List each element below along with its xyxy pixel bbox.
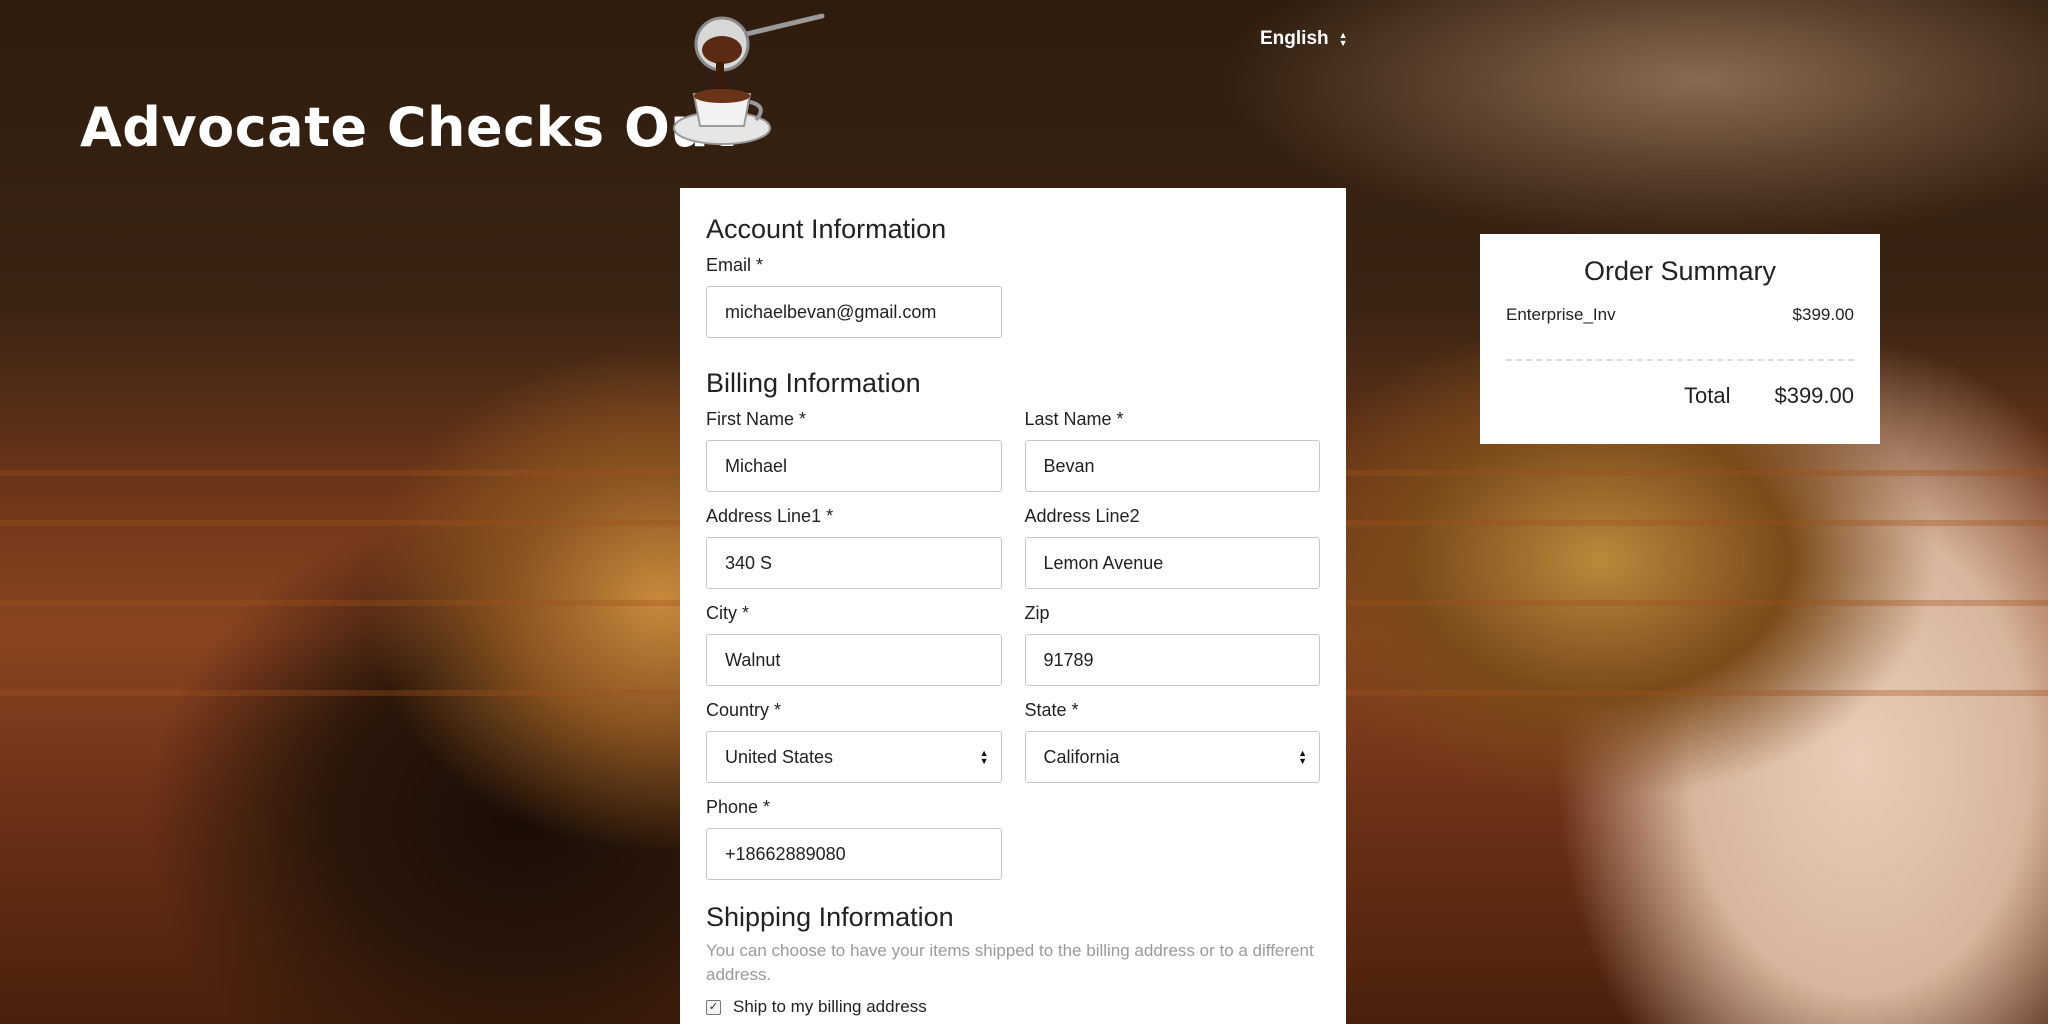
total-value: $399.00 <box>1774 383 1854 408</box>
state-label: State * <box>1024 700 1079 720</box>
address-line2-field[interactable]: Lemon Avenue <box>1024 537 1320 589</box>
phone-label: Phone * <box>706 797 771 817</box>
shipping-help-text: You can choose to have your items shippe… <box>706 941 1314 984</box>
order-summary: Order Summary Enterprise_Inv $399.00 Tot… <box>1480 234 1880 444</box>
address-line1-label: Address Line1 * <box>706 506 834 526</box>
ship-to-billing-label: Ship to my billing address <box>733 997 927 1016</box>
total-label: Total <box>1683 383 1731 408</box>
account-title: Account Information <box>706 214 947 244</box>
zip-field[interactable]: 91789 <box>1024 634 1320 686</box>
billing-section: Billing Information First Name * Michael… <box>706 368 1320 880</box>
billing-title: Billing Information <box>706 368 921 398</box>
page-background: Advocate Checks Out English ▲ ▼ Account I… <box>0 0 2048 1024</box>
language-selector[interactable]: English ▲ ▼ <box>1260 28 1348 50</box>
city-field[interactable]: Walnut <box>706 634 1002 686</box>
order-total: Total $399.00 <box>1506 383 1854 409</box>
language-label: English <box>1260 28 1329 49</box>
phone-field[interactable]: +18662889080 <box>706 828 1002 880</box>
zip-label: Zip <box>1024 603 1050 623</box>
sort-arrows-icon: ▲ ▼ <box>1298 748 1307 766</box>
coffee-pour-icon <box>673 13 825 145</box>
country-value: United States <box>725 746 834 767</box>
shipping-title: Shipping Information <box>706 902 954 932</box>
account-section: Account Information Email * michaelbevan… <box>706 214 1320 338</box>
summary-divider <box>1506 359 1854 361</box>
order-summary-title: Order Summary <box>1583 256 1777 286</box>
email-field[interactable]: michaelbevan@gmail.com <box>706 286 1002 338</box>
first-name-field[interactable]: Michael <box>706 440 1002 492</box>
order-line-item: Enterprise_Inv $399.00 <box>1506 305 1854 325</box>
ship-to-billing-option[interactable]: ✓ Ship to my billing address <box>706 997 1320 1017</box>
city-label: City * <box>706 603 750 623</box>
state-select[interactable]: California ▲ ▼ <box>1024 731 1320 783</box>
ship-to-billing-checkbox[interactable]: ✓ <box>706 999 721 1015</box>
last-name-label: Last Name * <box>1024 409 1124 429</box>
state-value: California <box>1043 746 1120 767</box>
address-line1-field[interactable]: 340 S <box>706 537 1002 589</box>
item-name: Enterprise_Inv <box>1506 305 1616 324</box>
country-select[interactable]: United States ▲ ▼ <box>706 731 1002 783</box>
last-name-field[interactable]: Bevan <box>1024 440 1320 492</box>
page-title: Advocate Checks Out <box>80 96 736 159</box>
shipping-section: Shipping Information You can choose to h… <box>706 902 1320 1017</box>
sort-arrows-icon: ▲ ▼ <box>979 748 989 766</box>
country-label: Country * <box>706 700 782 720</box>
email-label: Email * <box>706 255 764 275</box>
item-price: $399.00 <box>1792 305 1854 324</box>
address-line2-label: Address Line2 <box>1024 506 1140 526</box>
checkout-form: Account Information Email * michaelbevan… <box>680 188 1346 1024</box>
first-name-label: First Name * <box>706 409 807 429</box>
sort-arrows-icon: ▲ ▼ <box>1338 30 1348 48</box>
